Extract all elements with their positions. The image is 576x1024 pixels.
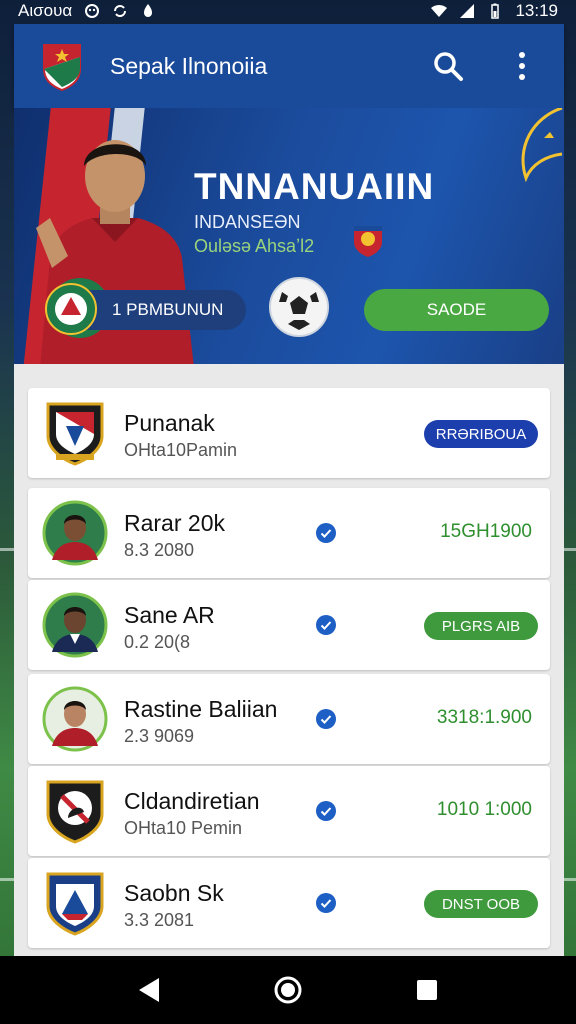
status-badge[interactable]: PLGRS AIB (424, 612, 538, 640)
status-badge[interactable]: RRƏRIBOUA (424, 420, 538, 448)
club-crest-icon (46, 872, 104, 936)
clock: 13:19 (515, 1, 558, 20)
item-sub: 0.2 20(8 (124, 632, 191, 652)
item-sub: OHta10Pamin (124, 440, 238, 460)
item-name: Saobn Sk (124, 880, 224, 906)
club-crest-icon (354, 226, 382, 257)
nav-back-button[interactable] (131, 972, 167, 1008)
item-sub: 8.3 2080 (124, 540, 195, 560)
club-badge-icon (45, 283, 97, 335)
more-options-button[interactable] (502, 46, 542, 86)
item-value: 1010 1:000 (436, 799, 532, 820)
notification-icon (85, 4, 100, 18)
list-item[interactable]: Saobn Sk 3.3 2081 DNST OOB (28, 858, 550, 948)
hero-tagline: Ouləsə Ahsaʼl2 (194, 236, 315, 256)
signal-icon (460, 4, 475, 18)
nav-home-button[interactable] (270, 972, 306, 1008)
status-badge[interactable]: DNST OOB (424, 890, 538, 918)
wifi-icon (431, 4, 448, 17)
search-button[interactable] (428, 46, 468, 86)
player-avatar (42, 500, 108, 566)
item-sub: 2.3 9069 (124, 726, 195, 746)
verified-icon (316, 893, 336, 913)
app-bar: Sepak Ilnonoiia (14, 24, 564, 108)
alert-icon (144, 4, 153, 17)
battery-icon (491, 3, 500, 19)
item-name: Sane AR (124, 602, 215, 628)
item-name: Rarar 20k (124, 510, 225, 536)
hero-pill-label: 1 PBMBUNUN (112, 300, 224, 319)
verified-icon (316, 523, 336, 543)
club-crest-icon (46, 402, 104, 466)
list-item[interactable]: Rarar 20k 8.3 2080 15GH1900 (28, 488, 550, 578)
verified-icon (316, 709, 336, 729)
player-avatar (42, 592, 108, 658)
home-icon (274, 976, 302, 1004)
system-nav-bar (0, 956, 576, 1024)
list-item[interactable]: Rastine Baliian 2.3 9069 3318:1.900 (28, 674, 550, 764)
item-value: 3318:1.900 (436, 707, 532, 728)
list-item[interactable]: Cldandiretian OHta10 Pemin 1010 1:000 (28, 766, 550, 856)
search-icon (434, 52, 463, 81)
item-name: Rastine Baliian (124, 696, 278, 722)
app-title: Sepak Ilnonoiia (110, 52, 268, 79)
item-name: Cldandiretian (124, 788, 260, 814)
verified-icon (316, 615, 336, 635)
item-sub: OHta10 Pemin (124, 818, 243, 838)
item-name: Punanak (124, 410, 215, 436)
item-value: 15GH1900 (440, 521, 532, 542)
recents-icon (416, 980, 437, 1000)
more-vert-icon (519, 52, 525, 80)
item-sub: 3.3 2081 (124, 910, 195, 930)
hero-banner: TNNANUAIIN INDANSEƏN Ouləsə Ahsaʼl2 1 PB… (14, 108, 564, 364)
player-list: Punanak OHta10Pamin RRƏRIBOUA Rarar 20k … (14, 364, 564, 956)
verified-icon (316, 801, 336, 821)
hero-subtitle: INDANSEƏN (194, 212, 301, 232)
list-item[interactable]: Punanak OHta10Pamin RRƏRIBOUA (28, 388, 550, 478)
hero-title: TNNANUAIIN (194, 166, 435, 207)
club-crest-icon (46, 780, 104, 844)
decor-swoosh-icon (521, 108, 563, 183)
list-item[interactable]: Sane AR 0.2 20(8 PLGRS AIB (28, 580, 550, 670)
carrier-text: Aισουα (18, 1, 73, 20)
status-bar: Aισουα 13:19 (0, 0, 576, 22)
hero-action-button[interactable]: SAODE (364, 289, 549, 331)
football-icon[interactable] (268, 276, 330, 338)
player-avatar (42, 686, 108, 752)
back-icon (139, 978, 160, 1002)
sync-icon (114, 5, 127, 17)
team-logo-icon[interactable] (40, 41, 84, 91)
nav-recents-button[interactable] (409, 972, 445, 1008)
